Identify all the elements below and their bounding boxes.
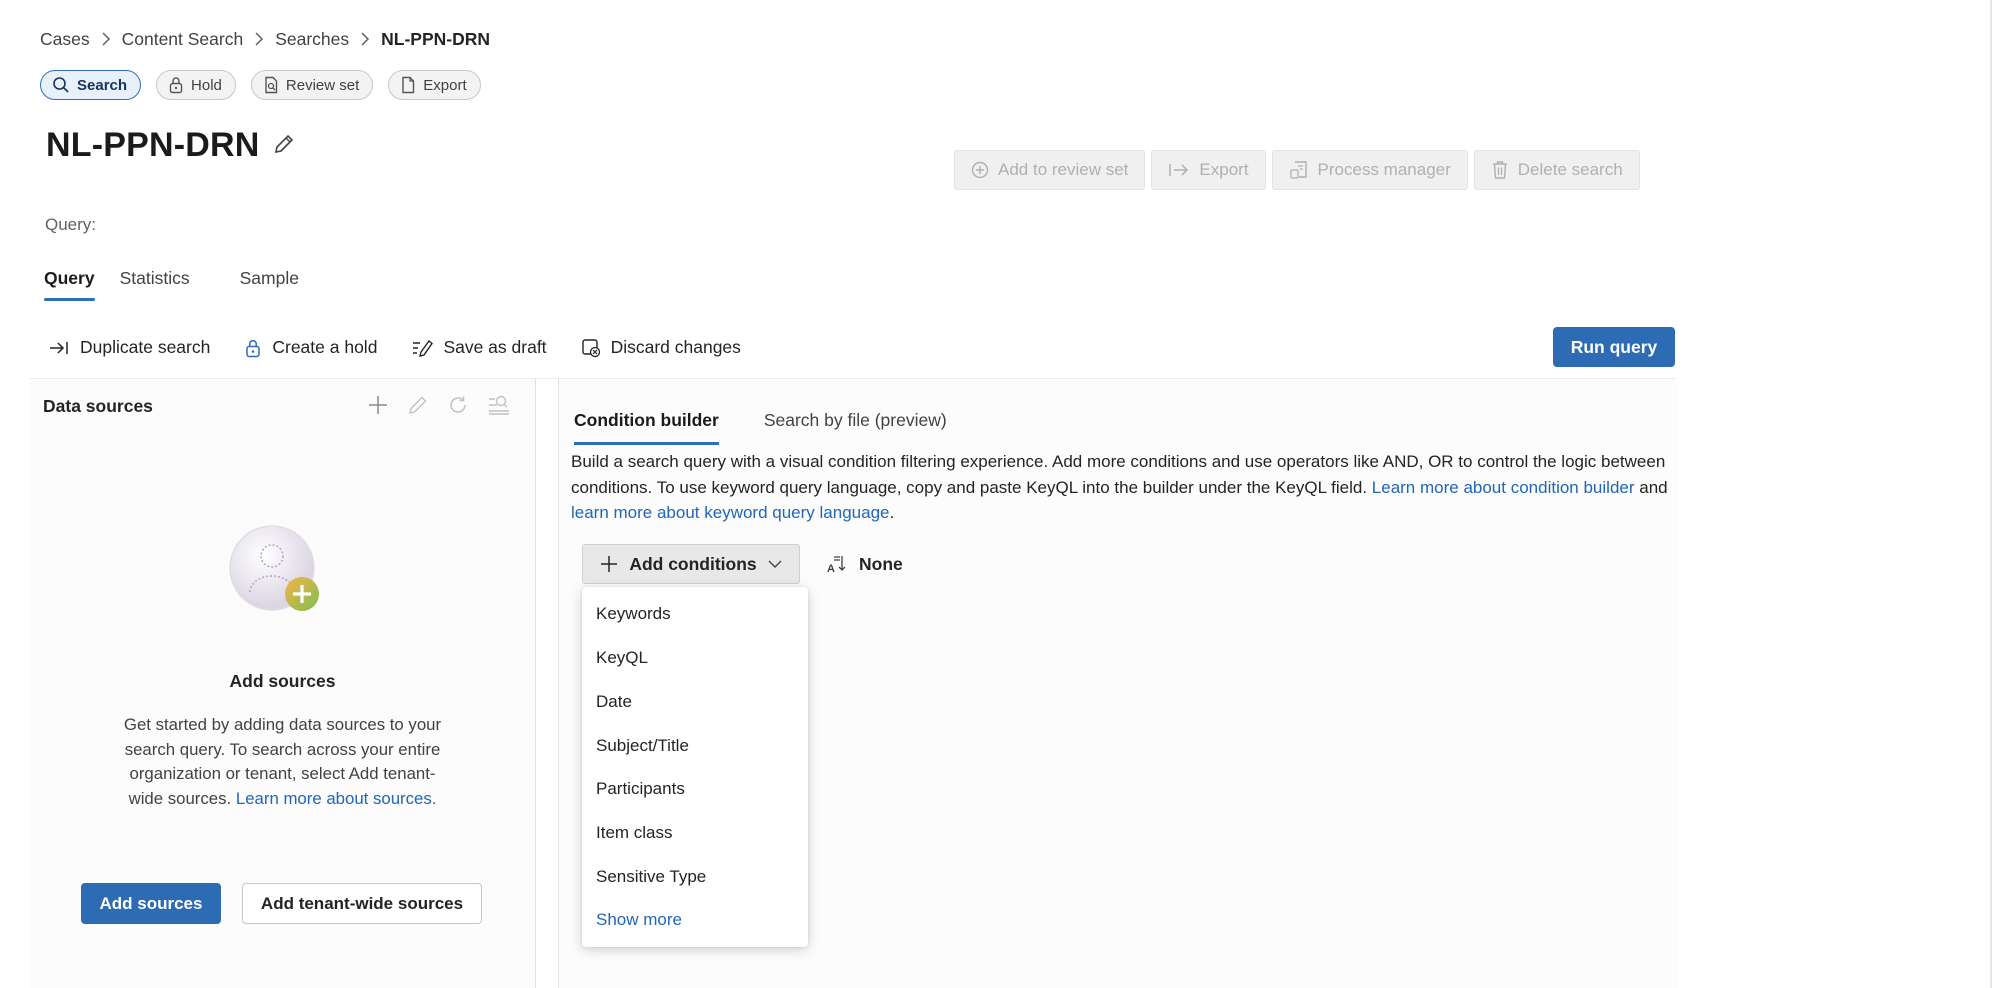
search-icon <box>52 76 70 94</box>
button-label: Save as draft <box>443 337 547 357</box>
tab-sample[interactable]: Sample <box>240 268 299 301</box>
stage-pill-label: Hold <box>191 76 222 94</box>
menu-item-item-class[interactable]: Item class <box>596 823 673 843</box>
add-tenant-wide-sources-button[interactable]: Add tenant-wide sources <box>242 883 482 924</box>
main-tabs: Query Statistics Sample <box>44 268 299 301</box>
button-label: Delete search <box>1517 160 1623 179</box>
tab-condition-builder[interactable]: Condition builder <box>574 410 719 445</box>
breadcrumb-searches[interactable]: Searches <box>275 29 349 50</box>
add-sources-button[interactable]: Add sources <box>81 883 221 924</box>
query-label: Query: <box>45 215 97 234</box>
add-to-review-set-button[interactable]: Add to review set <box>954 150 1146 190</box>
add-conditions-button[interactable]: Add conditions <box>582 544 800 584</box>
chevron-right-icon <box>254 32 264 46</box>
menu-item-keywords[interactable]: Keywords <box>596 604 671 624</box>
text-sort-icon: A <box>826 553 848 575</box>
button-label: None <box>859 553 903 574</box>
filter-search-icon[interactable] <box>487 394 511 416</box>
button-label: Discard changes <box>610 337 741 357</box>
arrow-right-icon <box>1168 161 1190 179</box>
create-hold-button[interactable]: Create a hold <box>244 337 377 358</box>
process-manager-button[interactable]: Process manager <box>1271 150 1468 190</box>
menu-item-subject-title[interactable]: Subject/Title <box>596 736 689 756</box>
breadcrumb-current: NL-PPN-DRN <box>381 28 491 49</box>
breadcrumb-cases[interactable]: Cases <box>40 29 90 50</box>
menu-item-participants[interactable]: Participants <box>596 779 685 799</box>
discard-changes-button[interactable]: Discard changes <box>581 337 741 358</box>
stage-pill-search[interactable]: Search <box>40 70 142 100</box>
button-label: Export <box>1199 160 1249 179</box>
stage-pill-label: Export <box>423 76 467 94</box>
empty-state-text: Get started by adding data sources to yo… <box>115 713 450 811</box>
menu-item-show-more[interactable]: Show more <box>596 910 682 930</box>
stage-pills: Search Hold Review set Export <box>40 70 481 100</box>
svg-text:A: A <box>827 563 835 575</box>
empty-state-title: Add sources <box>229 671 336 691</box>
scrollbar[interactable] <box>1990 0 1992 988</box>
add-sources-illustration <box>228 522 328 622</box>
data-sources-title: Data sources <box>43 396 153 416</box>
trash-icon <box>1491 160 1509 180</box>
duplicate-search-button[interactable]: Duplicate search <box>48 337 210 358</box>
button-label: Process manager <box>1317 160 1451 179</box>
document-dismiss-icon <box>581 338 601 358</box>
run-query-button[interactable]: Run query <box>1553 327 1675 367</box>
delete-search-button[interactable]: Delete search <box>1473 150 1640 190</box>
button-label: Add conditions <box>629 553 757 574</box>
refresh-icon[interactable] <box>447 394 469 416</box>
add-icon <box>599 554 619 574</box>
stage-pill-label: Search <box>77 76 128 94</box>
chevron-down-icon <box>767 559 783 569</box>
operator-none-button[interactable]: A None <box>826 553 903 576</box>
tab-search-by-file[interactable]: Search by file (preview) <box>764 410 947 445</box>
data-sources-actions <box>367 394 511 416</box>
arrow-right-icon <box>48 339 70 357</box>
query-toolbar: Duplicate search Create a hold Save as d… <box>48 337 741 358</box>
document-icon <box>400 76 416 94</box>
top-actions: Add to review set Export Process manager… <box>954 150 1640 190</box>
add-circle-icon <box>971 161 989 179</box>
button-label: Add to review set <box>998 160 1129 179</box>
learn-more-condition-builder-link[interactable]: Learn more about condition builder <box>1372 478 1635 497</box>
chevron-right-icon <box>360 32 370 46</box>
stage-pill-hold[interactable]: Hold <box>156 70 236 100</box>
menu-item-sensitive-type[interactable]: Sensitive Type <box>596 867 706 887</box>
page-title: NL-PPN-DRN <box>46 126 260 164</box>
export-button[interactable]: Export <box>1151 150 1266 190</box>
add-icon[interactable] <box>367 394 389 416</box>
chevron-right-icon <box>101 32 111 46</box>
document-settings-icon <box>1289 160 1309 180</box>
breadcrumb-content-search[interactable]: Content Search <box>122 29 244 50</box>
pencil-icon[interactable] <box>407 394 429 416</box>
breadcrumb: Cases Content Search Searches NL-PPN-DRN <box>40 26 490 52</box>
lock-icon <box>168 76 184 94</box>
tab-query[interactable]: Query <box>44 268 95 301</box>
tab-statistics[interactable]: Statistics <box>120 268 190 301</box>
document-search-icon <box>263 76 279 94</box>
description-text: . <box>889 503 895 522</box>
save-draft-button[interactable]: Save as draft <box>411 337 547 358</box>
condition-builder-tabs: Condition builder Search by file (previe… <box>574 410 947 445</box>
description-text: and <box>1639 477 1668 497</box>
pencil-icon[interactable] <box>272 132 296 156</box>
learn-more-sources-link[interactable]: Learn more about sources. <box>236 789 437 808</box>
condition-builder-description: Build a search query with a visual condi… <box>571 449 1681 526</box>
lock-icon <box>244 338 262 358</box>
menu-item-date[interactable]: Date <box>596 692 632 712</box>
draft-edit-icon <box>411 338 434 358</box>
button-label: Create a hold <box>272 337 378 357</box>
menu-item-keyql[interactable]: KeyQL <box>596 648 648 668</box>
stage-pill-export[interactable]: Export <box>388 70 481 100</box>
learn-more-keyql-link[interactable]: learn more about keyword query language <box>571 503 889 522</box>
stage-pill-label: Review set <box>285 76 360 94</box>
stage-pill-review-set[interactable]: Review set <box>250 70 374 100</box>
add-conditions-menu: Keywords KeyQL Date Subject/Title Partic… <box>582 587 808 947</box>
button-label: Duplicate search <box>80 337 211 357</box>
